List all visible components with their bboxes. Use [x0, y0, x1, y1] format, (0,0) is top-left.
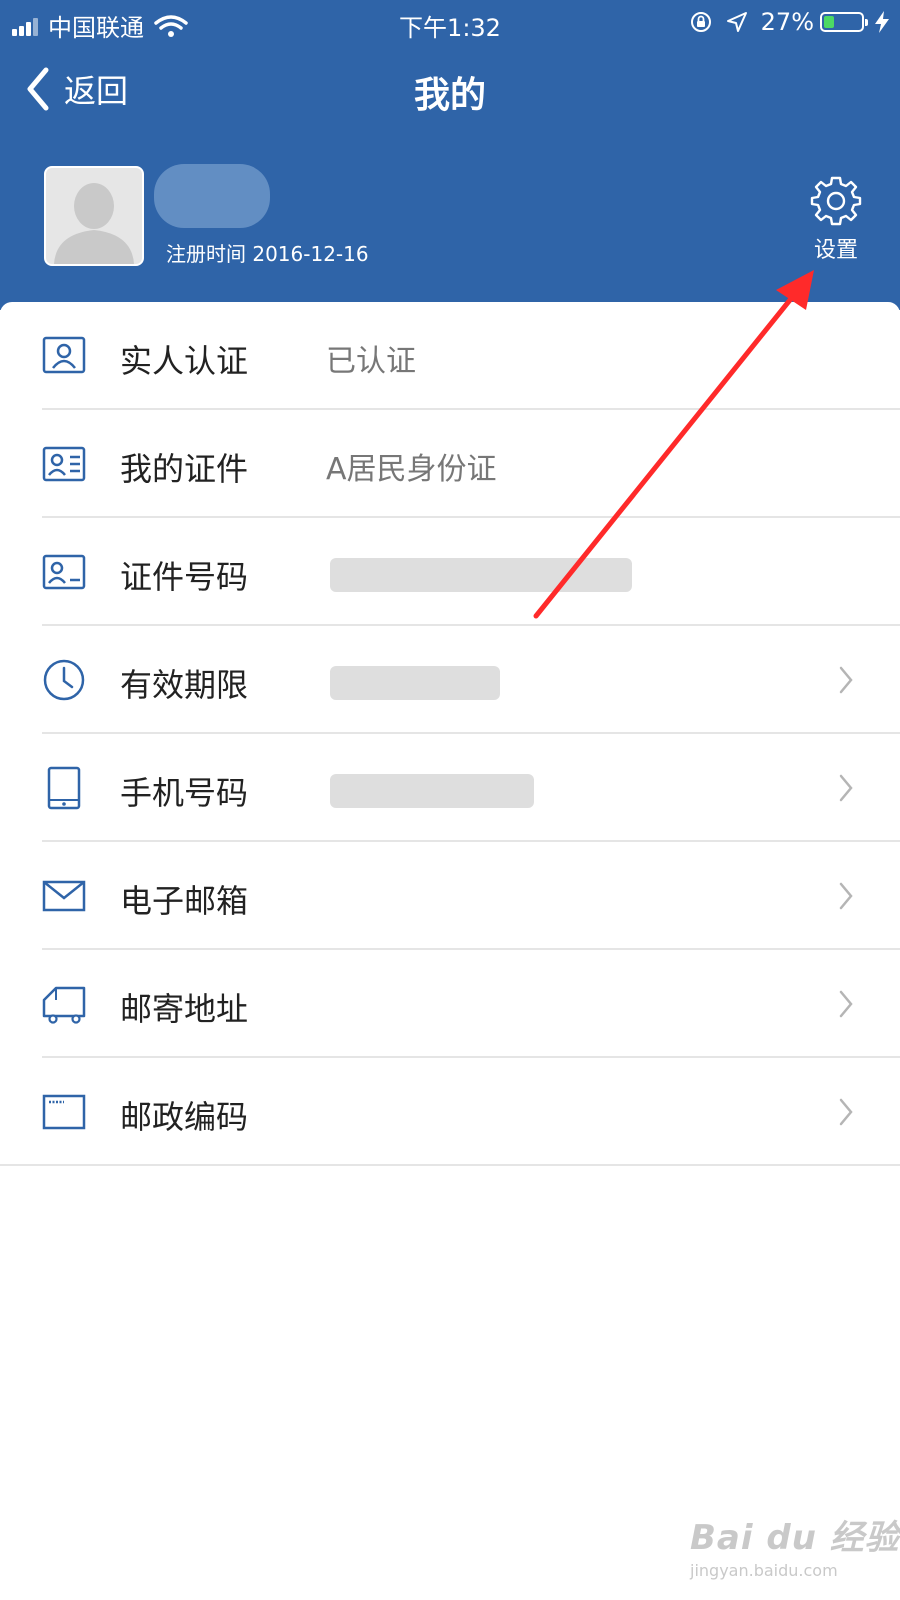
- id-number-blurred: [330, 558, 632, 592]
- row-value: 已认证: [326, 344, 416, 379]
- list-item-email[interactable]: 电子邮箱: [0, 842, 900, 950]
- phone-blurred: [330, 774, 534, 808]
- battery-percent: 27%: [760, 8, 814, 36]
- chevron-right-icon: [839, 1098, 853, 1126]
- row-label: 我的证件: [120, 450, 249, 488]
- nav-bar: 返回 我的: [0, 46, 900, 136]
- clock-icon: [43, 659, 85, 701]
- gear-icon: [810, 176, 862, 226]
- chevron-right-icon: [839, 882, 853, 910]
- divider: [0, 1164, 900, 1166]
- row-label: 邮政编码: [120, 1098, 249, 1136]
- watermark-url: jingyan.baidu.com: [690, 1561, 838, 1580]
- battery-icon: [820, 12, 868, 32]
- row-label: 实人认证: [120, 342, 249, 380]
- username-blurred: [154, 164, 270, 228]
- list-item-real-name-auth[interactable]: 实人认证 已认证: [0, 302, 900, 410]
- list-item-mailing-address[interactable]: 邮寄地址: [0, 950, 900, 1058]
- page-title: 我的: [413, 75, 486, 116]
- phone-icon: [47, 766, 81, 810]
- watermark: Bai du 经验 jingyan.baidu.com: [690, 1510, 900, 1580]
- truck-icon: [42, 986, 86, 1024]
- id-number-icon: [42, 554, 86, 590]
- rotation-lock-icon: [690, 12, 711, 32]
- header: 中国联通 下午1:32 27% 返回 我的 注册时间 2016-12-16 设置: [0, 0, 900, 310]
- charging-icon: [875, 11, 889, 33]
- id-card-icon: [42, 446, 86, 482]
- default-avatar-icon: [54, 183, 134, 264]
- avatar[interactable]: [44, 166, 144, 266]
- list-item-postcode[interactable]: 邮政编码: [0, 1058, 900, 1166]
- info-list: 实人认证 已认证 我的证件 A居民身份证 证件号码 有效期限 手机号码 电子邮箱…: [0, 302, 900, 1172]
- list-item-phone[interactable]: 手机号码: [0, 734, 900, 842]
- list-item-my-id[interactable]: 我的证件 A居民身份证: [0, 410, 900, 518]
- row-label: 邮寄地址: [120, 990, 249, 1028]
- chevron-right-icon: [839, 666, 853, 694]
- list-item-validity[interactable]: 有效期限: [0, 626, 900, 734]
- list-item-id-number[interactable]: 证件号码: [0, 518, 900, 626]
- status-right: 27%: [689, 8, 890, 36]
- row-label: 手机号码: [120, 774, 249, 812]
- status-bar: 中国联通 下午1:32 27%: [0, 0, 900, 46]
- chevron-right-icon: [839, 774, 853, 802]
- validity-blurred: [330, 666, 500, 700]
- profile-section: 注册时间 2016-12-16 设置: [0, 136, 900, 306]
- chevron-right-icon: [839, 990, 853, 1018]
- postcode-icon: [42, 1094, 86, 1130]
- row-label: 电子邮箱: [120, 882, 249, 920]
- settings-label: 设置: [813, 238, 858, 263]
- row-label: 有效期限: [120, 666, 249, 704]
- settings-button[interactable]: 设置: [796, 174, 876, 264]
- row-value: A居民身份证: [326, 452, 497, 487]
- location-icon: [726, 12, 747, 32]
- mail-icon: [42, 880, 86, 912]
- person-card-icon: [42, 336, 86, 374]
- registration-time: 注册时间 2016-12-16: [166, 242, 369, 266]
- watermark-logo: Bai du 经验: [690, 1518, 900, 1558]
- row-label: 证件号码: [120, 558, 249, 596]
